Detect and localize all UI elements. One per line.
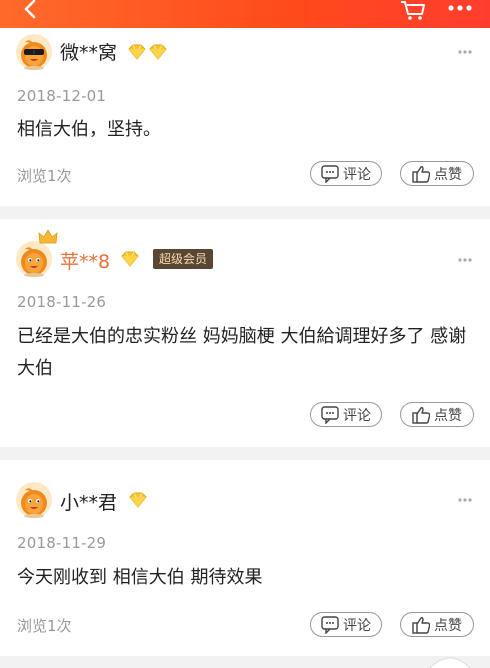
super-member-badge: 超级会员 <box>153 249 214 269</box>
view-count: 浏览1次 <box>17 167 72 185</box>
more-options-icon[interactable] <box>458 498 472 502</box>
comment-date: 2018-11-26 <box>17 293 107 311</box>
more-options-icon[interactable] <box>458 50 472 54</box>
comment-button-label: 评论 <box>343 407 371 424</box>
chat-bubble-icon <box>321 164 339 183</box>
like-button[interactable]: 点赞 <box>400 612 474 637</box>
diamond-rank-icon <box>129 492 147 508</box>
username[interactable]: 微**窝 <box>60 38 117 65</box>
comment-card: 微**窝 2018-12-01 相信大伯，坚持。 浏览1次 评论 点赞 <box>0 28 490 206</box>
top-nav-bar <box>0 0 490 28</box>
comment-text: 已经是大伯的忠实粉丝 妈妈脑梗 大伯給调理好多了 感谢大伯 <box>17 326 467 379</box>
floating-button-edge[interactable] <box>428 648 472 668</box>
like-button-label: 点赞 <box>434 166 462 183</box>
back-arrow-icon[interactable] <box>18 0 44 24</box>
username[interactable]: 小**君 <box>60 488 117 515</box>
comment-button-label: 评论 <box>343 617 371 634</box>
username[interactable]: 苹**8 <box>60 247 110 274</box>
comment-card: 小**君 2018-11-29 今天刚收到 相信大伯 期待效果 浏览1次 评论 … <box>0 460 490 656</box>
comment-text: 相信大伯，坚持。 <box>17 119 161 140</box>
more-options-icon[interactable] <box>458 258 472 262</box>
comment-button[interactable]: 评论 <box>310 402 382 427</box>
diamond-rank-icon <box>128 44 167 60</box>
avatar[interactable] <box>16 241 52 277</box>
avatar[interactable] <box>16 482 52 518</box>
view-count: 浏览1次 <box>17 617 72 635</box>
comment-date: 2018-12-01 <box>17 87 107 105</box>
diamond-rank-icon <box>121 251 139 267</box>
comment-button-label: 评论 <box>343 166 371 183</box>
comment-button[interactable]: 评论 <box>310 612 382 637</box>
thumbs-up-icon <box>412 406 430 424</box>
chat-bubble-icon <box>321 615 339 634</box>
avatar[interactable] <box>16 34 52 70</box>
like-button[interactable]: 点赞 <box>400 161 474 186</box>
comment-date: 2018-11-29 <box>17 534 107 552</box>
crown-icon <box>38 229 58 244</box>
thumbs-up-icon <box>412 616 430 634</box>
cart-icon[interactable] <box>399 0 427 22</box>
like-button[interactable]: 点赞 <box>400 402 474 427</box>
comment-text: 今天刚收到 相信大伯 期待效果 <box>17 567 263 588</box>
like-button-label: 点赞 <box>434 407 462 424</box>
like-button-label: 点赞 <box>434 617 462 634</box>
more-icon[interactable] <box>446 0 474 16</box>
chat-bubble-icon <box>321 405 339 424</box>
comment-button[interactable]: 评论 <box>310 161 382 186</box>
thumbs-up-icon <box>412 165 430 183</box>
comment-card: 苹**8 超级会员 2018-11-26 已经是大伯的忠实粉丝 妈妈脑梗 大伯給… <box>0 219 490 447</box>
